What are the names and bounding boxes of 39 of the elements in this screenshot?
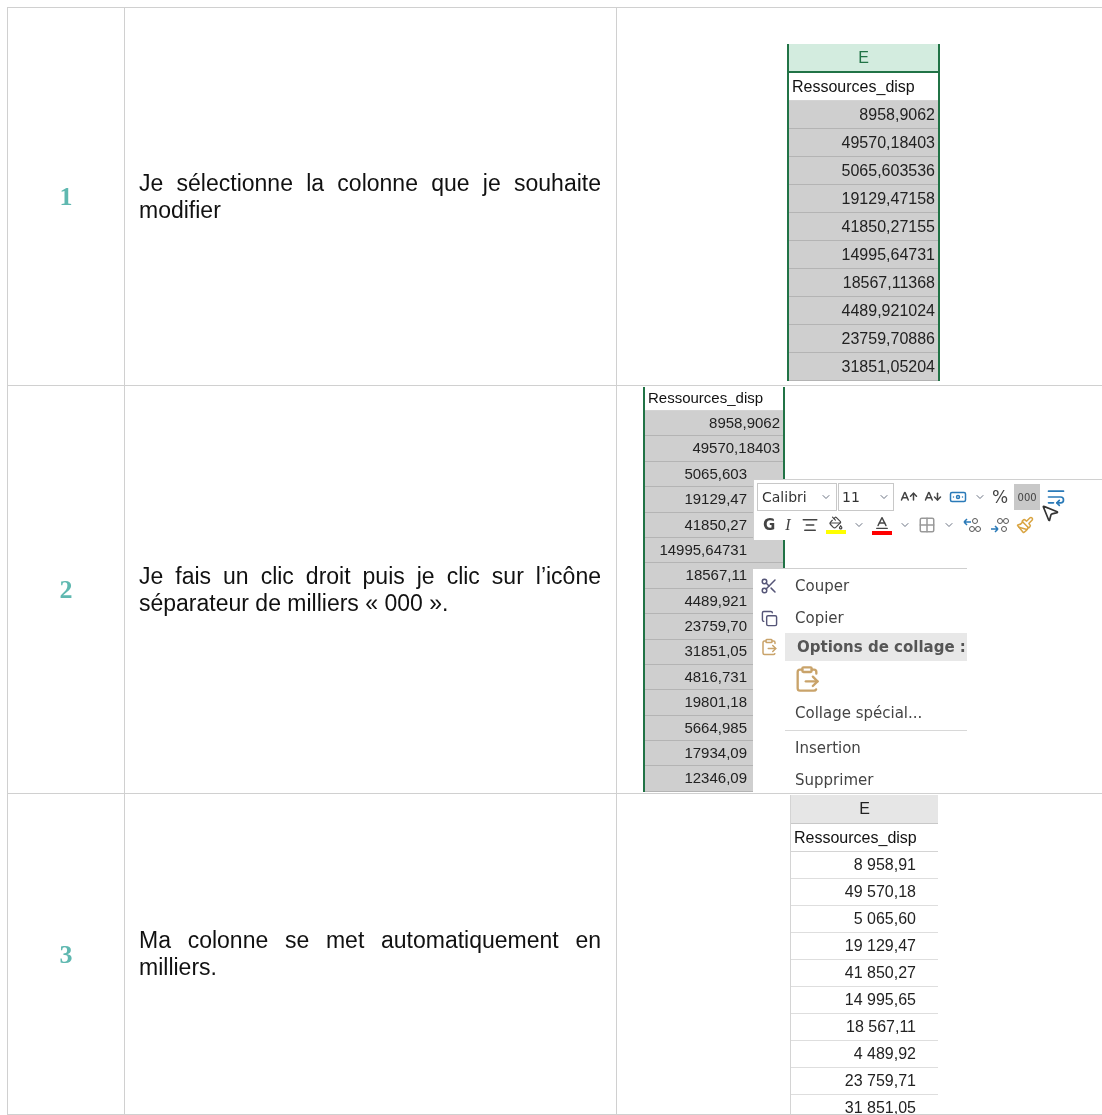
table-cell: 8958,9062 [789,101,938,129]
step-number: 2 [59,574,73,606]
table-cell: 31851,05204 [789,353,938,381]
decrease-decimal-icon[interactable] [988,516,1009,534]
copy-icon [760,609,778,627]
bold-button[interactable]: G [763,513,776,537]
font-size: 11 [842,487,860,507]
increase-decimal-icon[interactable] [961,516,982,534]
thousands-button[interactable]: 000 [1014,484,1041,510]
font-dropdown[interactable]: Calibri [757,483,837,511]
table-cell: 14995,64731 [789,241,938,269]
table-cell: 41850,27155 [789,213,938,241]
step-number: 3 [59,938,73,971]
table-cell: 5065,603536 [789,157,938,185]
borders-icon[interactable] [917,516,936,534]
table-cell: 19129,47158 [789,185,938,213]
font-size-dropdown[interactable]: 11 [838,483,894,511]
column-header[interactable]: E [791,795,938,824]
step-description: Ma colonne se met automatiquement en milliers. [139,927,601,981]
font-color-icon[interactable] [871,515,892,535]
align-center-icon[interactable] [800,516,819,534]
percent-button[interactable]: % [992,488,1009,506]
table-cell: 8958,9062 [645,411,783,437]
step-number: 1 [59,181,73,213]
menu-section-heading: Options de collage : [785,633,967,661]
italic-button[interactable]: I [782,513,794,537]
table-cell: 4489,921024 [789,297,938,325]
table-cell: 23759,70886 [789,325,938,353]
scissors-icon [760,577,778,595]
clipboard-icon [760,638,778,656]
step-description: Je sélectionne la colonne que je souhaite modifier [139,169,601,224]
table-cell: 14995,64731 [645,537,783,564]
table-cell: 49570,18403 [789,129,938,157]
column-header[interactable]: E [789,44,938,73]
wrap-text-icon[interactable] [1046,487,1067,507]
table-cell: 49570,18403 [645,436,783,462]
fill-color-icon[interactable] [825,516,846,534]
step-description: Je fais un clic droit puis je clic sur l’icône séparateur de milliers « 000 ». [139,562,601,617]
table-cell: 18567,11368 [789,269,938,297]
